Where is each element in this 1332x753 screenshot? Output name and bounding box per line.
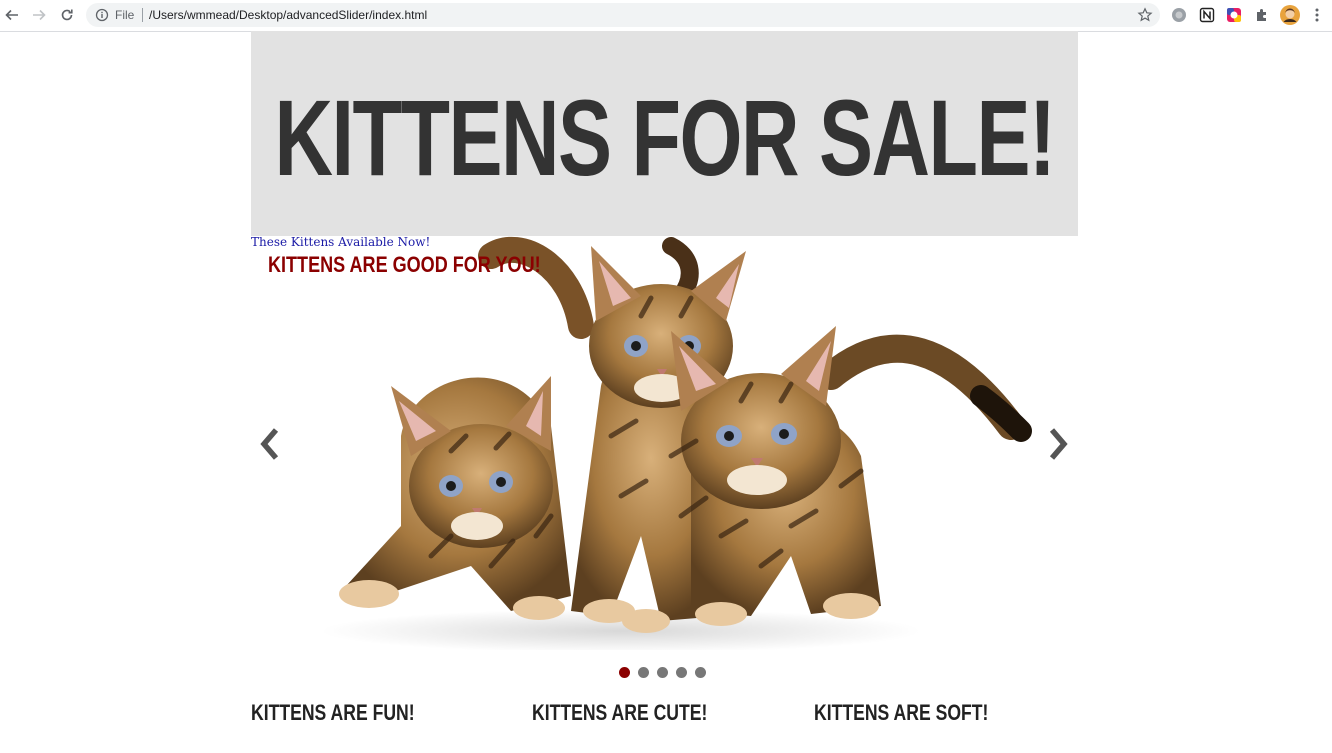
reload-icon[interactable] xyxy=(57,5,77,25)
slider-prev-button[interactable] xyxy=(257,426,283,462)
profile-avatar[interactable] xyxy=(1280,5,1300,25)
slider-dot-1[interactable] xyxy=(619,667,630,678)
browser-toolbar: File /Users/wmmead/Desktop/advancedSlide… xyxy=(0,0,1332,32)
chevron-left-icon xyxy=(260,428,279,460)
slider-dot-2[interactable] xyxy=(638,667,649,678)
forward-arrow-icon[interactable] xyxy=(29,5,49,25)
feature-heading-soft: KITTENS ARE SOFT! xyxy=(814,700,989,725)
slider-next-button[interactable] xyxy=(1045,426,1071,462)
omnibox-divider xyxy=(142,8,143,22)
slider-dot-3[interactable] xyxy=(657,667,668,678)
kebab-menu-icon[interactable] xyxy=(1309,7,1325,23)
feature-heading-cute: KITTENS ARE CUTE! xyxy=(532,700,708,725)
extension-gray-icon[interactable] xyxy=(1171,7,1187,23)
back-arrow-icon[interactable] xyxy=(2,5,22,25)
page-banner: KITTENS FOR SALE! xyxy=(251,31,1078,236)
info-icon[interactable] xyxy=(94,7,110,23)
address-bar[interactable]: File /Users/wmmead/Desktop/advancedSlide… xyxy=(86,3,1160,27)
puzzle-icon[interactable] xyxy=(1254,7,1270,23)
colorful-extension-icon[interactable] xyxy=(1226,7,1242,23)
kittens-slide-image xyxy=(321,236,1032,650)
chevron-right-icon xyxy=(1049,428,1068,460)
image-slider xyxy=(251,236,1078,650)
feature-heading-fun: KITTENS ARE FUN! xyxy=(251,700,415,725)
slider-dot-5[interactable] xyxy=(695,667,706,678)
star-icon[interactable] xyxy=(1137,7,1153,23)
slider-heading: KITTENS ARE GOOD FOR YOU! xyxy=(268,252,541,277)
url-text[interactable]: /Users/wmmead/Desktop/advancedSlider/ind… xyxy=(149,7,427,23)
page-title: KITTENS FOR SALE! xyxy=(274,77,1057,198)
slider-dots xyxy=(619,667,706,679)
slider-caption: These Kittens Available Now! xyxy=(251,235,431,249)
file-label: File xyxy=(115,8,135,22)
notion-icon[interactable] xyxy=(1199,7,1215,23)
slider-dot-4[interactable] xyxy=(676,667,687,678)
